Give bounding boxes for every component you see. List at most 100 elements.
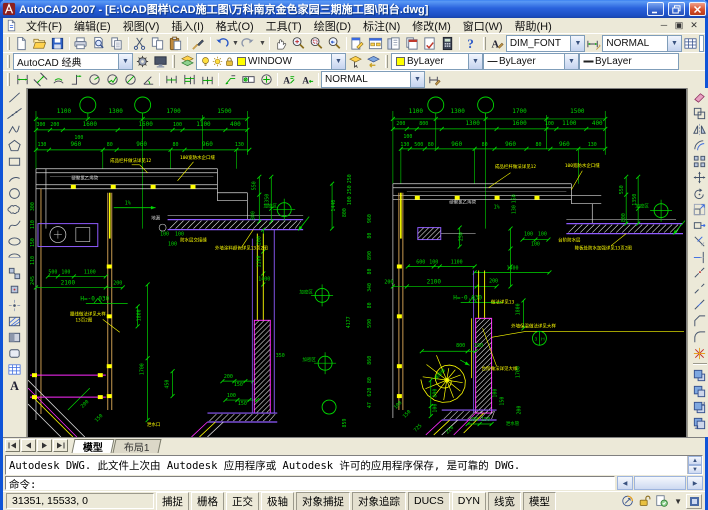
restore-button[interactable] <box>668 2 685 16</box>
line-button[interactable] <box>6 89 24 105</box>
bring-above-button[interactable] <box>691 399 708 415</box>
polygon-button[interactable] <box>6 137 24 153</box>
layer-combo[interactable]: WINDOW▼ <box>196 53 346 70</box>
bring-to-front-button[interactable] <box>691 367 708 383</box>
next-tab-button[interactable] <box>37 439 52 452</box>
minimize-button[interactable] <box>647 2 664 16</box>
lineweight-control-combo[interactable]: ByLayer <box>579 53 679 70</box>
layer-on-bulb-icon[interactable] <box>200 56 211 67</box>
table-style-button[interactable] <box>682 35 699 51</box>
scroll-left-icon[interactable]: ◀ <box>617 476 633 490</box>
ellipse-button[interactable] <box>6 233 24 249</box>
toolbar-grip[interactable] <box>385 55 388 68</box>
arc-button[interactable] <box>6 169 24 185</box>
child-restore-button[interactable]: ▣ <box>673 20 685 31</box>
array-button[interactable] <box>691 153 708 169</box>
plot-preview-button[interactable] <box>90 35 108 51</box>
clean-screen-button[interactable] <box>686 494 702 509</box>
status-toggle-model[interactable]: 模型 <box>523 492 556 510</box>
text-style-combo[interactable]: DIM_FONT▼ <box>506 35 586 52</box>
dim-edit-button[interactable]: A <box>280 72 298 88</box>
tool-palettes-button[interactable] <box>385 35 403 51</box>
dim-style-toolbar-combo[interactable]: NORMAL▼ <box>321 71 425 88</box>
menu-item-view[interactable]: 视图(V) <box>117 18 166 34</box>
command-history[interactable]: Autodesk DWG. 此文件上次由 Autodesk 应用程序或 Auto… <box>5 455 703 475</box>
tab-layout1[interactable]: 布局1 <box>113 439 162 453</box>
redo-button[interactable] <box>240 35 258 51</box>
send-under-button[interactable] <box>691 415 708 431</box>
trim-button[interactable] <box>691 233 708 249</box>
chamfer-button[interactable] <box>691 313 708 329</box>
redo-history-dropdown[interactable]: ▼ <box>258 35 267 51</box>
toolbar-grip[interactable] <box>7 73 10 86</box>
color-control-combo[interactable]: ByLayer▼ <box>391 53 483 70</box>
workspace-settings-button[interactable] <box>133 54 151 70</box>
menu-item-insert[interactable]: 插入(I) <box>165 18 209 34</box>
toolbar-lock-icon[interactable] <box>638 494 653 509</box>
drawing-canvas[interactable]: 3H 1100130017001500300200160016001001100… <box>27 88 687 437</box>
designcenter-button[interactable] <box>367 35 385 51</box>
stretch-button[interactable] <box>691 217 708 233</box>
command-line-window[interactable]: Autodesk DWG. 此文件上次由 Autodesk 应用程序或 Auto… <box>3 453 705 491</box>
toolbar-grip[interactable] <box>483 37 486 50</box>
make-block-button[interactable] <box>6 281 24 297</box>
status-toggle-otrack[interactable]: 对象追踪 <box>352 492 406 510</box>
scroll-right-icon[interactable]: ▶ <box>687 476 703 490</box>
toolbar-grip[interactable] <box>172 55 175 68</box>
drawing-document-icon[interactable] <box>5 19 18 32</box>
child-minimize-button[interactable]: ─ <box>658 20 670 31</box>
status-toggle-snap[interactable]: 捕捉 <box>156 492 189 510</box>
dim-linear-button[interactable] <box>13 72 31 88</box>
dim-diameter-button[interactable] <box>121 72 139 88</box>
dim-update-button[interactable] <box>425 72 443 88</box>
dim-ordinate-button[interactable] <box>67 72 85 88</box>
extend-button[interactable] <box>691 249 708 265</box>
explode-button[interactable] <box>691 345 708 361</box>
save-button[interactable] <box>49 35 67 51</box>
status-toggle-osnap[interactable]: 对象捕捉 <box>296 492 350 510</box>
status-toggle-polar[interactable]: 极轴 <box>261 492 294 510</box>
match-properties-button[interactable] <box>190 35 208 51</box>
first-tab-button[interactable] <box>5 439 20 452</box>
dim-angular-button[interactable] <box>139 72 157 88</box>
tab-model[interactable]: 模型 <box>72 439 115 453</box>
zoom-realtime-button[interactable] <box>290 35 308 51</box>
break-at-point-button[interactable] <box>691 265 708 281</box>
scroll-down-icon[interactable]: ▼ <box>688 465 702 474</box>
multiline-text-button[interactable]: A <box>6 377 24 393</box>
send-to-back-button[interactable] <box>691 383 708 399</box>
move-button[interactable] <box>691 169 708 185</box>
mirror-button[interactable] <box>691 121 708 137</box>
linetype-control-combo[interactable]: ByLayer▼ <box>483 53 579 70</box>
zoom-window-button[interactable] <box>308 35 326 51</box>
title-bar[interactable]: AutoCAD 2007 - [E:\CAD图样\CAD施工图\万科南京金色家园… <box>0 0 708 18</box>
erase-button[interactable] <box>691 89 708 105</box>
menu-item-dimension[interactable]: 标注(N) <box>357 18 406 34</box>
dim-radius-button[interactable] <box>85 72 103 88</box>
center-mark-button[interactable] <box>257 72 275 88</box>
dim-text-edit-button[interactable]: A <box>298 72 316 88</box>
sheetset-manager-button[interactable] <box>403 35 421 51</box>
point-button[interactable] <box>6 297 24 313</box>
undo-button[interactable] <box>213 35 231 51</box>
quick-dim-button[interactable] <box>162 72 180 88</box>
communication-center-icon[interactable] <box>621 494 636 509</box>
menu-item-draw[interactable]: 绘图(D) <box>308 18 357 34</box>
dim-arc-button[interactable] <box>49 72 67 88</box>
insert-block-button[interactable] <box>6 265 24 281</box>
markup-button[interactable] <box>421 35 439 51</box>
chevron-down-icon[interactable]: ▼ <box>118 54 132 69</box>
publish-button[interactable] <box>108 35 126 51</box>
tolerance-button[interactable] <box>239 72 257 88</box>
menu-item-edit[interactable]: 编辑(E) <box>68 18 117 34</box>
command-prompt[interactable]: 命令: <box>5 476 615 490</box>
region-button[interactable] <box>6 345 24 361</box>
hatch-button[interactable] <box>6 313 24 329</box>
scale-button[interactable] <box>691 201 708 217</box>
copy-object-button[interactable] <box>691 105 708 121</box>
make-object-layer-button[interactable] <box>346 54 364 70</box>
status-toggle-lwt[interactable]: 线宽 <box>488 492 521 510</box>
copy-button[interactable] <box>149 35 167 51</box>
menu-item-window[interactable]: 窗口(W) <box>457 18 509 34</box>
layer-freeze-sun-icon[interactable] <box>212 56 223 67</box>
